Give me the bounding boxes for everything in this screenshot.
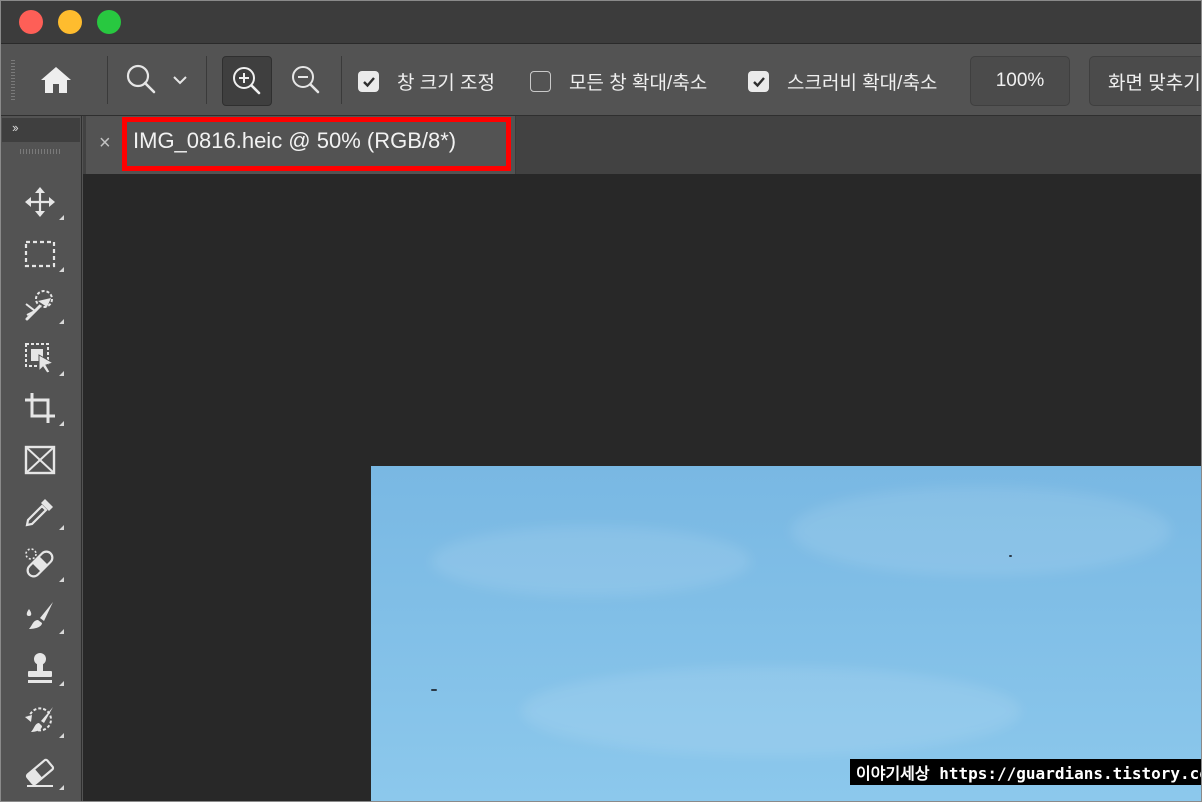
window-close-button[interactable]: [19, 10, 43, 34]
tool-flyout-indicator: [59, 629, 64, 634]
marquee-icon: [24, 240, 56, 268]
tool-quick-selection[interactable]: [16, 284, 64, 328]
tool-flyout-indicator: [59, 215, 64, 220]
panel-collapse-button[interactable]: ››: [12, 120, 19, 135]
tool-flyout-indicator: [59, 577, 64, 582]
resize-windows-option[interactable]: 창 크기 조정: [358, 68, 495, 95]
fit-screen-button[interactable]: 화면 맞추기: [1089, 56, 1202, 106]
tool-marquee[interactable]: [16, 232, 64, 276]
tab-close-button[interactable]: ×: [99, 132, 111, 155]
crop-icon: [25, 393, 55, 423]
zoom-all-windows-label: 모든 창 확대/축소: [569, 73, 708, 94]
brush-icon: [26, 602, 53, 629]
tools-panel-header: ››: [2, 118, 80, 142]
blog-watermark: 이야기세상 https://guardians.tistory.com: [850, 759, 1202, 785]
tools-panel: ››: [0, 116, 82, 802]
resize-windows-checkbox[interactable]: [358, 71, 379, 92]
frame-icon: [24, 445, 56, 475]
window-titlebar: [0, 0, 1202, 44]
tools-panel-grip[interactable]: [20, 149, 60, 154]
scrubby-zoom-label: 스크러비 확대/축소: [787, 73, 938, 94]
object-selection-icon: [25, 343, 55, 374]
tool-flyout-indicator: [59, 267, 64, 272]
tool-healing-brush[interactable]: [16, 542, 64, 586]
scrubby-zoom-checkbox[interactable]: [748, 71, 769, 92]
tool-flyout-indicator: [59, 785, 64, 790]
document-tab[interactable]: × IMG_0816.heic @ 50% (RGB/8*): [86, 116, 516, 174]
tool-eyedropper[interactable]: [16, 490, 64, 534]
resize-windows-label: 창 크기 조정: [397, 73, 495, 94]
tool-object-selection[interactable]: [16, 336, 64, 380]
eraser-icon: [25, 758, 55, 787]
window-maximize-button[interactable]: [97, 10, 121, 34]
zoom-out-button[interactable]: [282, 58, 330, 102]
options-bar-grip[interactable]: [11, 60, 15, 100]
checkmark-icon: [752, 76, 765, 87]
zoom-in-button[interactable]: [222, 56, 272, 106]
tool-flyout-indicator: [59, 525, 64, 530]
tool-crop[interactable]: [16, 386, 64, 430]
tool-eraser[interactable]: [16, 750, 64, 794]
document-tab-title[interactable]: IMG_0816.heic @ 50% (RGB/8*): [133, 128, 456, 154]
document-tab-bar: × IMG_0816.heic @ 50% (RGB/8*): [83, 116, 1202, 174]
history-brush-icon: [25, 707, 53, 732]
healing-brush-icon: [25, 548, 54, 578]
tool-frame[interactable]: [16, 438, 64, 482]
options-bar: 창 크기 조정 모든 창 확대/축소 스크러비 확대/축소 100% 화면 맞추…: [0, 44, 1202, 116]
quick-selection-icon: [25, 290, 53, 321]
tool-flyout-indicator: [59, 681, 64, 686]
scrubby-zoom-option[interactable]: 스크러비 확대/축소: [748, 68, 937, 95]
tool-history-brush[interactable]: [16, 698, 64, 742]
zoom-all-windows-option[interactable]: 모든 창 확대/축소: [530, 68, 707, 95]
home-button[interactable]: [30, 58, 82, 102]
tool-clone-stamp[interactable]: [16, 646, 64, 690]
zoom-in-icon: [233, 67, 261, 95]
move-icon: [25, 187, 55, 217]
zoom-100-button[interactable]: 100%: [970, 56, 1070, 106]
separator: [206, 56, 207, 104]
bird: [431, 689, 437, 691]
tool-move[interactable]: [16, 180, 64, 224]
checkmark-icon: [362, 76, 375, 87]
magnifier-icon: [126, 64, 156, 94]
tool-flyout-indicator: [59, 733, 64, 738]
eyedropper-icon: [25, 499, 53, 527]
home-icon: [41, 67, 71, 93]
window-minimize-button[interactable]: [58, 10, 82, 34]
cloud: [521, 666, 1021, 756]
cloud: [431, 526, 751, 596]
tool-flyout-indicator: [59, 421, 64, 426]
document-image-sky[interactable]: [371, 466, 1202, 802]
tool-flyout-indicator: [59, 319, 64, 324]
chevron-down-icon: [173, 76, 187, 85]
tool-brush[interactable]: [16, 594, 64, 638]
separator: [107, 56, 108, 104]
bird: [1009, 555, 1012, 557]
zoom-all-windows-checkbox[interactable]: [530, 71, 551, 92]
zoom-out-icon: [292, 66, 320, 94]
separator: [341, 56, 342, 104]
cloud: [791, 486, 1171, 576]
clone-stamp-icon: [28, 653, 52, 683]
tool-flyout-indicator: [59, 371, 64, 376]
zoom-tool-preset-picker[interactable]: [118, 58, 194, 102]
